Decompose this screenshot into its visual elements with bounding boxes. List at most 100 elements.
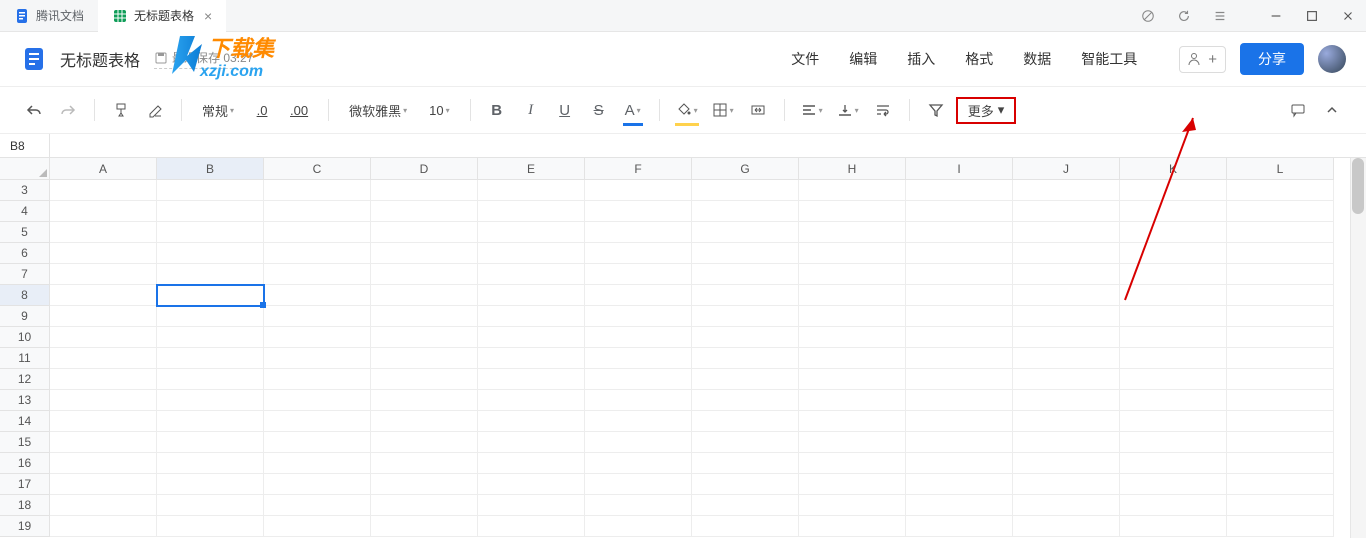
cell[interactable] [692, 222, 799, 243]
cell[interactable] [1120, 306, 1227, 327]
row-header[interactable]: 11 [0, 348, 50, 369]
strike-button[interactable]: S [585, 96, 613, 124]
cell[interactable] [692, 201, 799, 222]
cell[interactable] [1013, 432, 1120, 453]
row-header[interactable]: 15 [0, 432, 50, 453]
cell[interactable] [585, 453, 692, 474]
cell[interactable] [1013, 306, 1120, 327]
row-header[interactable]: 13 [0, 390, 50, 411]
cell[interactable] [585, 264, 692, 285]
undo-button[interactable] [20, 96, 48, 124]
cell[interactable] [1227, 369, 1334, 390]
cell[interactable] [906, 222, 1013, 243]
cell[interactable] [692, 411, 799, 432]
doc-title[interactable]: 无标题表格 [60, 47, 140, 71]
cell[interactable] [585, 327, 692, 348]
cell[interactable] [1013, 201, 1120, 222]
comment-button[interactable] [1284, 96, 1312, 124]
cell[interactable] [264, 243, 371, 264]
cell[interactable] [157, 453, 264, 474]
cell[interactable] [157, 516, 264, 537]
select-all-corner[interactable] [0, 158, 50, 180]
cell[interactable] [692, 306, 799, 327]
block-icon[interactable] [1130, 0, 1166, 32]
cell[interactable] [1013, 495, 1120, 516]
fill-color-button[interactable]: ▾ [672, 96, 702, 124]
cell[interactable] [478, 390, 585, 411]
cell[interactable] [585, 432, 692, 453]
cell[interactable] [585, 306, 692, 327]
menu-data[interactable]: 数据 [1017, 45, 1057, 73]
vertical-scrollbar[interactable] [1350, 158, 1366, 538]
cell[interactable] [1227, 432, 1334, 453]
cell[interactable] [157, 390, 264, 411]
cell[interactable] [906, 369, 1013, 390]
row-header[interactable]: 18 [0, 495, 50, 516]
more-button[interactable]: 更多▾ [956, 97, 1017, 124]
menu-insert[interactable]: 插入 [901, 45, 941, 73]
cell[interactable] [157, 411, 264, 432]
col-header[interactable]: J [1013, 158, 1120, 180]
menu-edit[interactable]: 编辑 [843, 45, 883, 73]
cell[interactable] [1227, 180, 1334, 201]
row-header[interactable]: 19 [0, 516, 50, 537]
col-header[interactable]: B [157, 158, 264, 180]
merge-cells-button[interactable] [744, 96, 772, 124]
cell[interactable] [1227, 348, 1334, 369]
close-window-icon[interactable] [1330, 0, 1366, 32]
cell[interactable] [1120, 390, 1227, 411]
cell[interactable] [478, 453, 585, 474]
row-header[interactable]: 8 [0, 285, 50, 306]
borders-button[interactable]: ▾ [708, 96, 738, 124]
cell[interactable] [692, 453, 799, 474]
cell[interactable] [906, 474, 1013, 495]
text-wrap-button[interactable] [869, 96, 897, 124]
cell[interactable] [50, 264, 157, 285]
cell[interactable] [906, 243, 1013, 264]
cell[interactable] [799, 369, 906, 390]
cell[interactable] [264, 516, 371, 537]
cell[interactable] [906, 516, 1013, 537]
cell[interactable] [1227, 327, 1334, 348]
cell[interactable] [692, 264, 799, 285]
cell[interactable] [692, 369, 799, 390]
filter-button[interactable] [922, 96, 950, 124]
cell[interactable] [906, 201, 1013, 222]
cell[interactable] [478, 285, 585, 306]
cell[interactable] [585, 474, 692, 495]
cell[interactable] [692, 180, 799, 201]
row-header[interactable]: 6 [0, 243, 50, 264]
cell[interactable] [371, 222, 478, 243]
cell[interactable] [264, 390, 371, 411]
cell[interactable] [1120, 369, 1227, 390]
cell[interactable] [264, 411, 371, 432]
cell[interactable] [799, 348, 906, 369]
redo-button[interactable] [54, 96, 82, 124]
avatar[interactable] [1318, 45, 1346, 73]
cell[interactable] [157, 348, 264, 369]
cell[interactable] [585, 516, 692, 537]
cell[interactable] [50, 411, 157, 432]
row-header[interactable]: 7 [0, 264, 50, 285]
cell[interactable] [1227, 495, 1334, 516]
cell[interactable] [799, 432, 906, 453]
v-align-button[interactable]: ▾ [833, 96, 863, 124]
cell[interactable] [50, 390, 157, 411]
cell[interactable] [1227, 306, 1334, 327]
row-header[interactable]: 16 [0, 453, 50, 474]
cell[interactable] [157, 222, 264, 243]
cell[interactable] [692, 327, 799, 348]
cell[interactable] [906, 453, 1013, 474]
cell[interactable] [157, 180, 264, 201]
cell[interactable] [371, 453, 478, 474]
cell[interactable] [371, 474, 478, 495]
cell[interactable] [264, 495, 371, 516]
cell[interactable] [692, 348, 799, 369]
cell[interactable] [478, 306, 585, 327]
number-format-select[interactable]: 常规▾ [194, 96, 242, 124]
cell[interactable] [50, 285, 157, 306]
cell[interactable] [585, 369, 692, 390]
cell[interactable] [1120, 432, 1227, 453]
cell[interactable] [264, 327, 371, 348]
cell[interactable] [906, 495, 1013, 516]
